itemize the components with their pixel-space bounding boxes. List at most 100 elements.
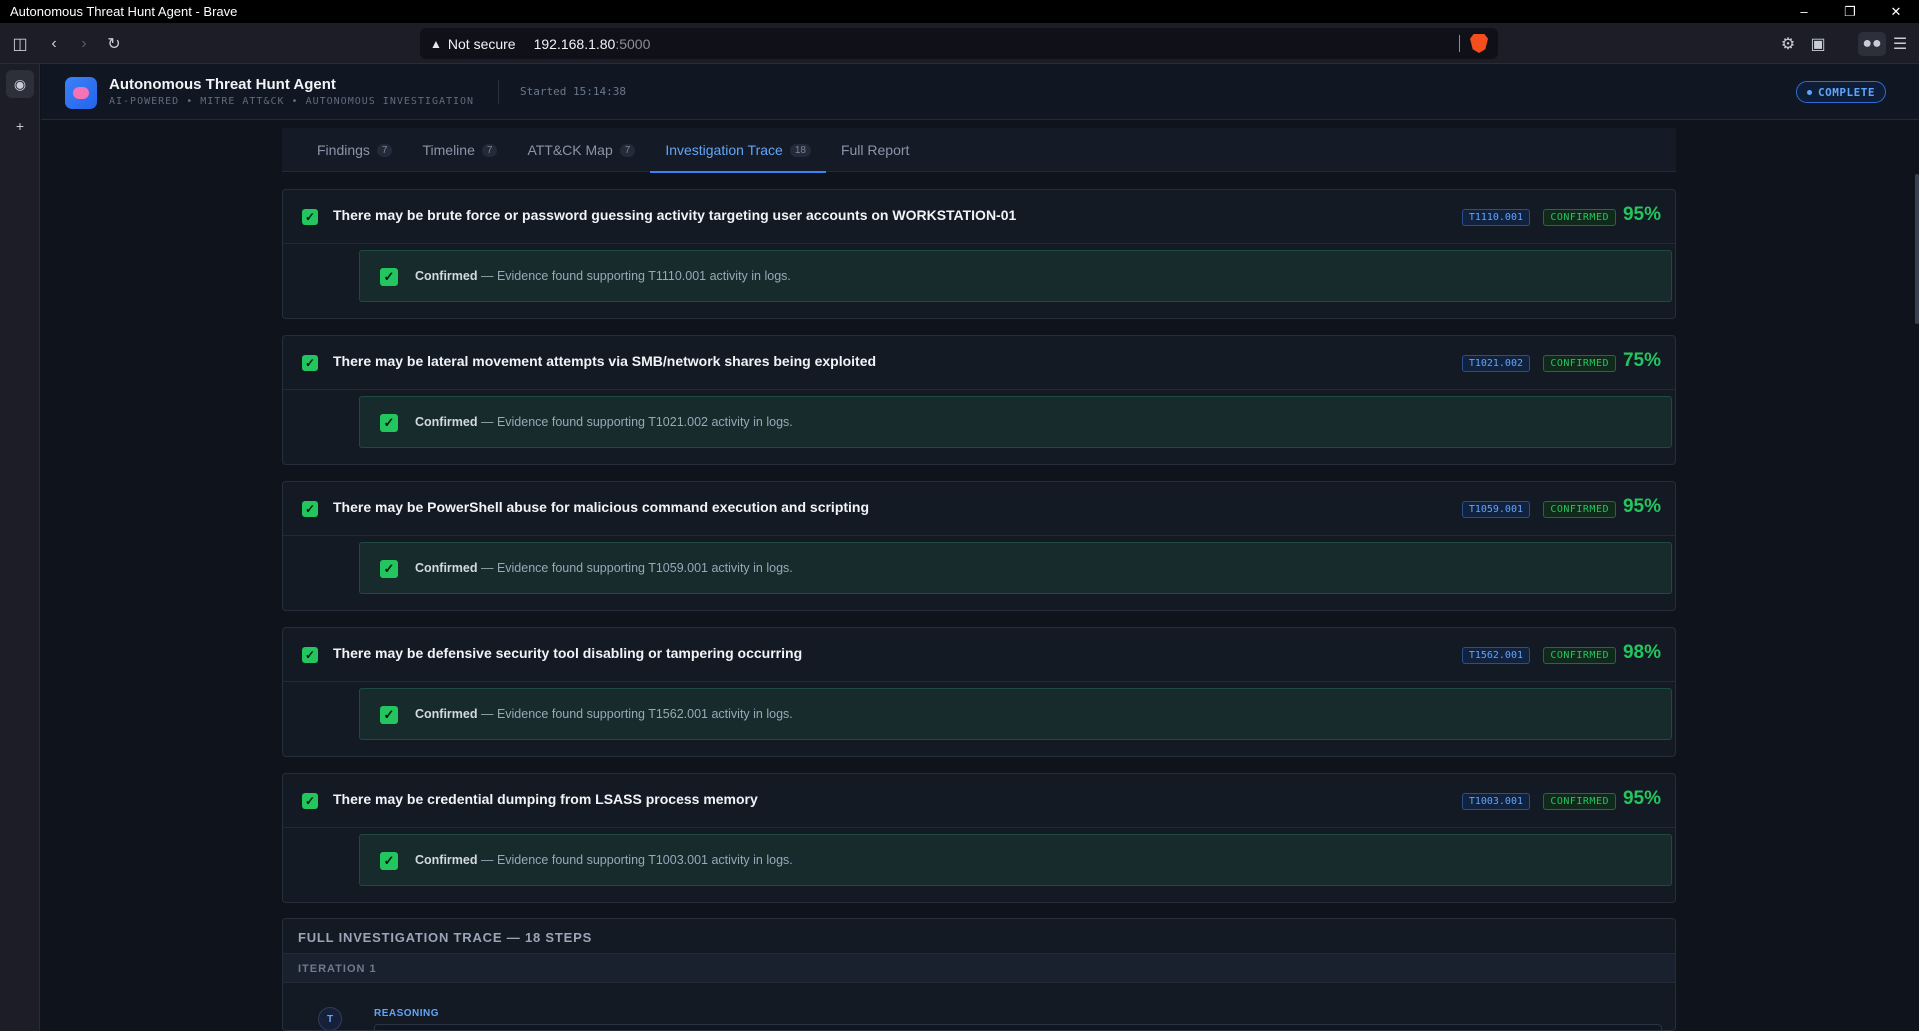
status-label: COMPLETE — [1818, 85, 1875, 99]
evidence-label: Confirmed — [415, 269, 478, 283]
minimize-icon[interactable]: – — [1781, 0, 1827, 23]
technique-badge: T1003.001 — [1461, 793, 1530, 810]
technique-badge: T1562.001 — [1461, 647, 1530, 664]
evidence-box: ✓ Confirmed — Evidence found supporting … — [359, 834, 1672, 886]
confirmed-badge: CONFIRMED — [1543, 209, 1616, 226]
hypothesis-text: There may be defensive security tool dis… — [333, 645, 803, 661]
evidence-text: — Evidence found supporting T1021.002 ac… — [477, 415, 793, 429]
hypothesis-text: There may be brute force or password gue… — [333, 207, 1017, 223]
confidence-score: 75% — [1622, 350, 1661, 371]
technique-badge: T1021.002 — [1461, 355, 1530, 372]
confidence-score: 95% — [1622, 496, 1661, 517]
iteration-label: ITERATION 1 — [298, 963, 377, 975]
reload-icon[interactable]: ↻ — [102, 32, 126, 56]
check-icon: ✓ — [380, 560, 398, 578]
new-tab-icon[interactable]: + — [6, 112, 34, 140]
tab-label: Full Report — [840, 142, 910, 158]
brain-logo-icon — [65, 77, 97, 109]
evidence-box: ✓ Confirmed — Evidence found supporting … — [359, 250, 1672, 302]
confidence-score: 95% — [1622, 788, 1661, 809]
technique-badge: T1059.001 — [1461, 501, 1530, 518]
security-label[interactable]: Not secure — [448, 36, 516, 52]
trace-title: FULL INVESTIGATION TRACE — 18 STEPS — [298, 930, 593, 945]
back-icon[interactable]: ‹ — [42, 32, 66, 56]
evidence-text: — Evidence found supporting T1059.001 ac… — [477, 561, 793, 575]
hypothesis-card[interactable]: ✓ There may be lateral movement attempts… — [282, 335, 1676, 465]
menu-icon[interactable]: ☰ — [1888, 32, 1912, 56]
tab-investigation-trace[interactable]: Investigation Trace 18 — [650, 128, 826, 173]
step-type-label: REASONING — [374, 1008, 440, 1019]
tab-count: 7 — [481, 143, 498, 157]
restore-icon[interactable]: ❐ — [1827, 0, 1873, 23]
hypothesis-card[interactable]: ✓ There may be PowerShell abuse for mali… — [282, 481, 1676, 611]
extensions-icon[interactable]: ⚙ — [1776, 32, 1800, 56]
tab-label: Timeline — [422, 142, 475, 158]
browser-toolbar: ◫ ‹ › ↻ ▲ Not secure 192.168.1.80 :5000 … — [0, 23, 1919, 64]
tab-findings[interactable]: Findings 7 — [302, 128, 407, 172]
tab-favicon-icon[interactable]: ◉ — [6, 70, 34, 98]
confirmed-badge: CONFIRMED — [1543, 793, 1616, 810]
tab-attack-map[interactable]: ATT&CK Map 7 — [512, 128, 650, 172]
url-host: 192.168.1.80 — [533, 35, 616, 52]
profile-icon[interactable]: ●● — [1858, 32, 1886, 56]
evidence-label: Confirmed — [415, 853, 478, 867]
evidence-text: — Evidence found supporting T1003.001 ac… — [477, 853, 793, 867]
hypothesis-text: There may be PowerShell abuse for malici… — [333, 499, 870, 515]
address-bar[interactable]: ▲ Not secure 192.168.1.80 :5000 — [420, 28, 1498, 59]
confirmed-badge: CONFIRMED — [1543, 501, 1616, 518]
tab-count: 18 — [789, 143, 811, 157]
step-content-box — [374, 1024, 1662, 1030]
started-time: Started 15:14:38 — [520, 85, 626, 98]
tab-label: Findings — [317, 142, 370, 158]
url-port: :5000 — [615, 35, 651, 52]
status-badge: COMPLETE — [1796, 81, 1886, 103]
page-scrollbar[interactable] — [1915, 174, 1919, 324]
evidence-label: Confirmed — [415, 415, 478, 429]
tab-count: 7 — [376, 143, 393, 157]
warning-icon: ▲ — [430, 36, 442, 51]
tab-label: ATT&CK Map — [527, 142, 613, 158]
investigation-trace-panel: FULL INVESTIGATION TRACE — 18 STEPS ITER… — [282, 918, 1676, 1031]
evidence-label: Confirmed — [415, 561, 478, 575]
tab-full-report[interactable]: Full Report — [826, 128, 924, 172]
status-dot-icon — [1807, 89, 1812, 95]
wallet-icon[interactable]: ▣ — [1806, 32, 1830, 56]
step-avatar: T — [318, 1007, 342, 1030]
brave-shield-icon[interactable] — [1470, 34, 1488, 53]
iteration-header[interactable]: ITERATION 1 — [283, 953, 1675, 983]
checkbox-icon: ✓ — [302, 501, 318, 517]
address-separator — [1459, 35, 1460, 52]
check-icon: ✓ — [380, 414, 398, 432]
sidebar-toggle-icon[interactable]: ◫ — [8, 32, 32, 56]
hypothesis-card[interactable]: ✓ There may be credential dumping from L… — [282, 773, 1676, 903]
check-icon: ✓ — [380, 268, 398, 286]
checkbox-icon: ✓ — [302, 647, 318, 663]
hypothesis-card[interactable]: ✓ There may be brute force or password g… — [282, 189, 1676, 319]
app-header: Autonomous Threat Hunt Agent AI-POWERED … — [41, 64, 1919, 120]
checkbox-icon: ✓ — [302, 355, 318, 371]
check-icon: ✓ — [380, 852, 398, 870]
tab-label: Investigation Trace — [665, 142, 783, 158]
close-icon[interactable]: ✕ — [1873, 0, 1919, 23]
browser-sidepanel: ◉ + — [0, 64, 40, 1031]
evidence-text: — Evidence found supporting T1562.001 ac… — [477, 707, 793, 721]
evidence-box: ✓ Confirmed — Evidence found supporting … — [359, 688, 1672, 740]
confidence-score: 95% — [1622, 204, 1661, 225]
evidence-box: ✓ Confirmed — Evidence found supporting … — [359, 542, 1672, 594]
confidence-score: 98% — [1622, 642, 1661, 663]
hypothesis-card[interactable]: ✓ There may be defensive security tool d… — [282, 627, 1676, 757]
evidence-text: — Evidence found supporting T1110.001 ac… — [477, 269, 791, 283]
tab-bar: Findings 7 Timeline 7 ATT&CK Map 7 Inves… — [282, 128, 1676, 173]
tab-timeline[interactable]: Timeline 7 — [407, 128, 512, 172]
evidence-box: ✓ Confirmed — Evidence found supporting … — [359, 396, 1672, 448]
technique-badge: T1110.001 — [1461, 209, 1530, 226]
forward-icon[interactable]: › — [72, 32, 96, 56]
hypothesis-text: There may be credential dumping from LSA… — [333, 791, 758, 807]
confirmed-badge: CONFIRMED — [1543, 355, 1616, 372]
app-title: Autonomous Threat Hunt Agent — [109, 76, 336, 93]
confirmed-badge: CONFIRMED — [1543, 647, 1616, 664]
header-divider — [498, 80, 499, 104]
check-icon: ✓ — [380, 706, 398, 724]
evidence-label: Confirmed — [415, 707, 478, 721]
tab-count: 7 — [619, 143, 636, 157]
